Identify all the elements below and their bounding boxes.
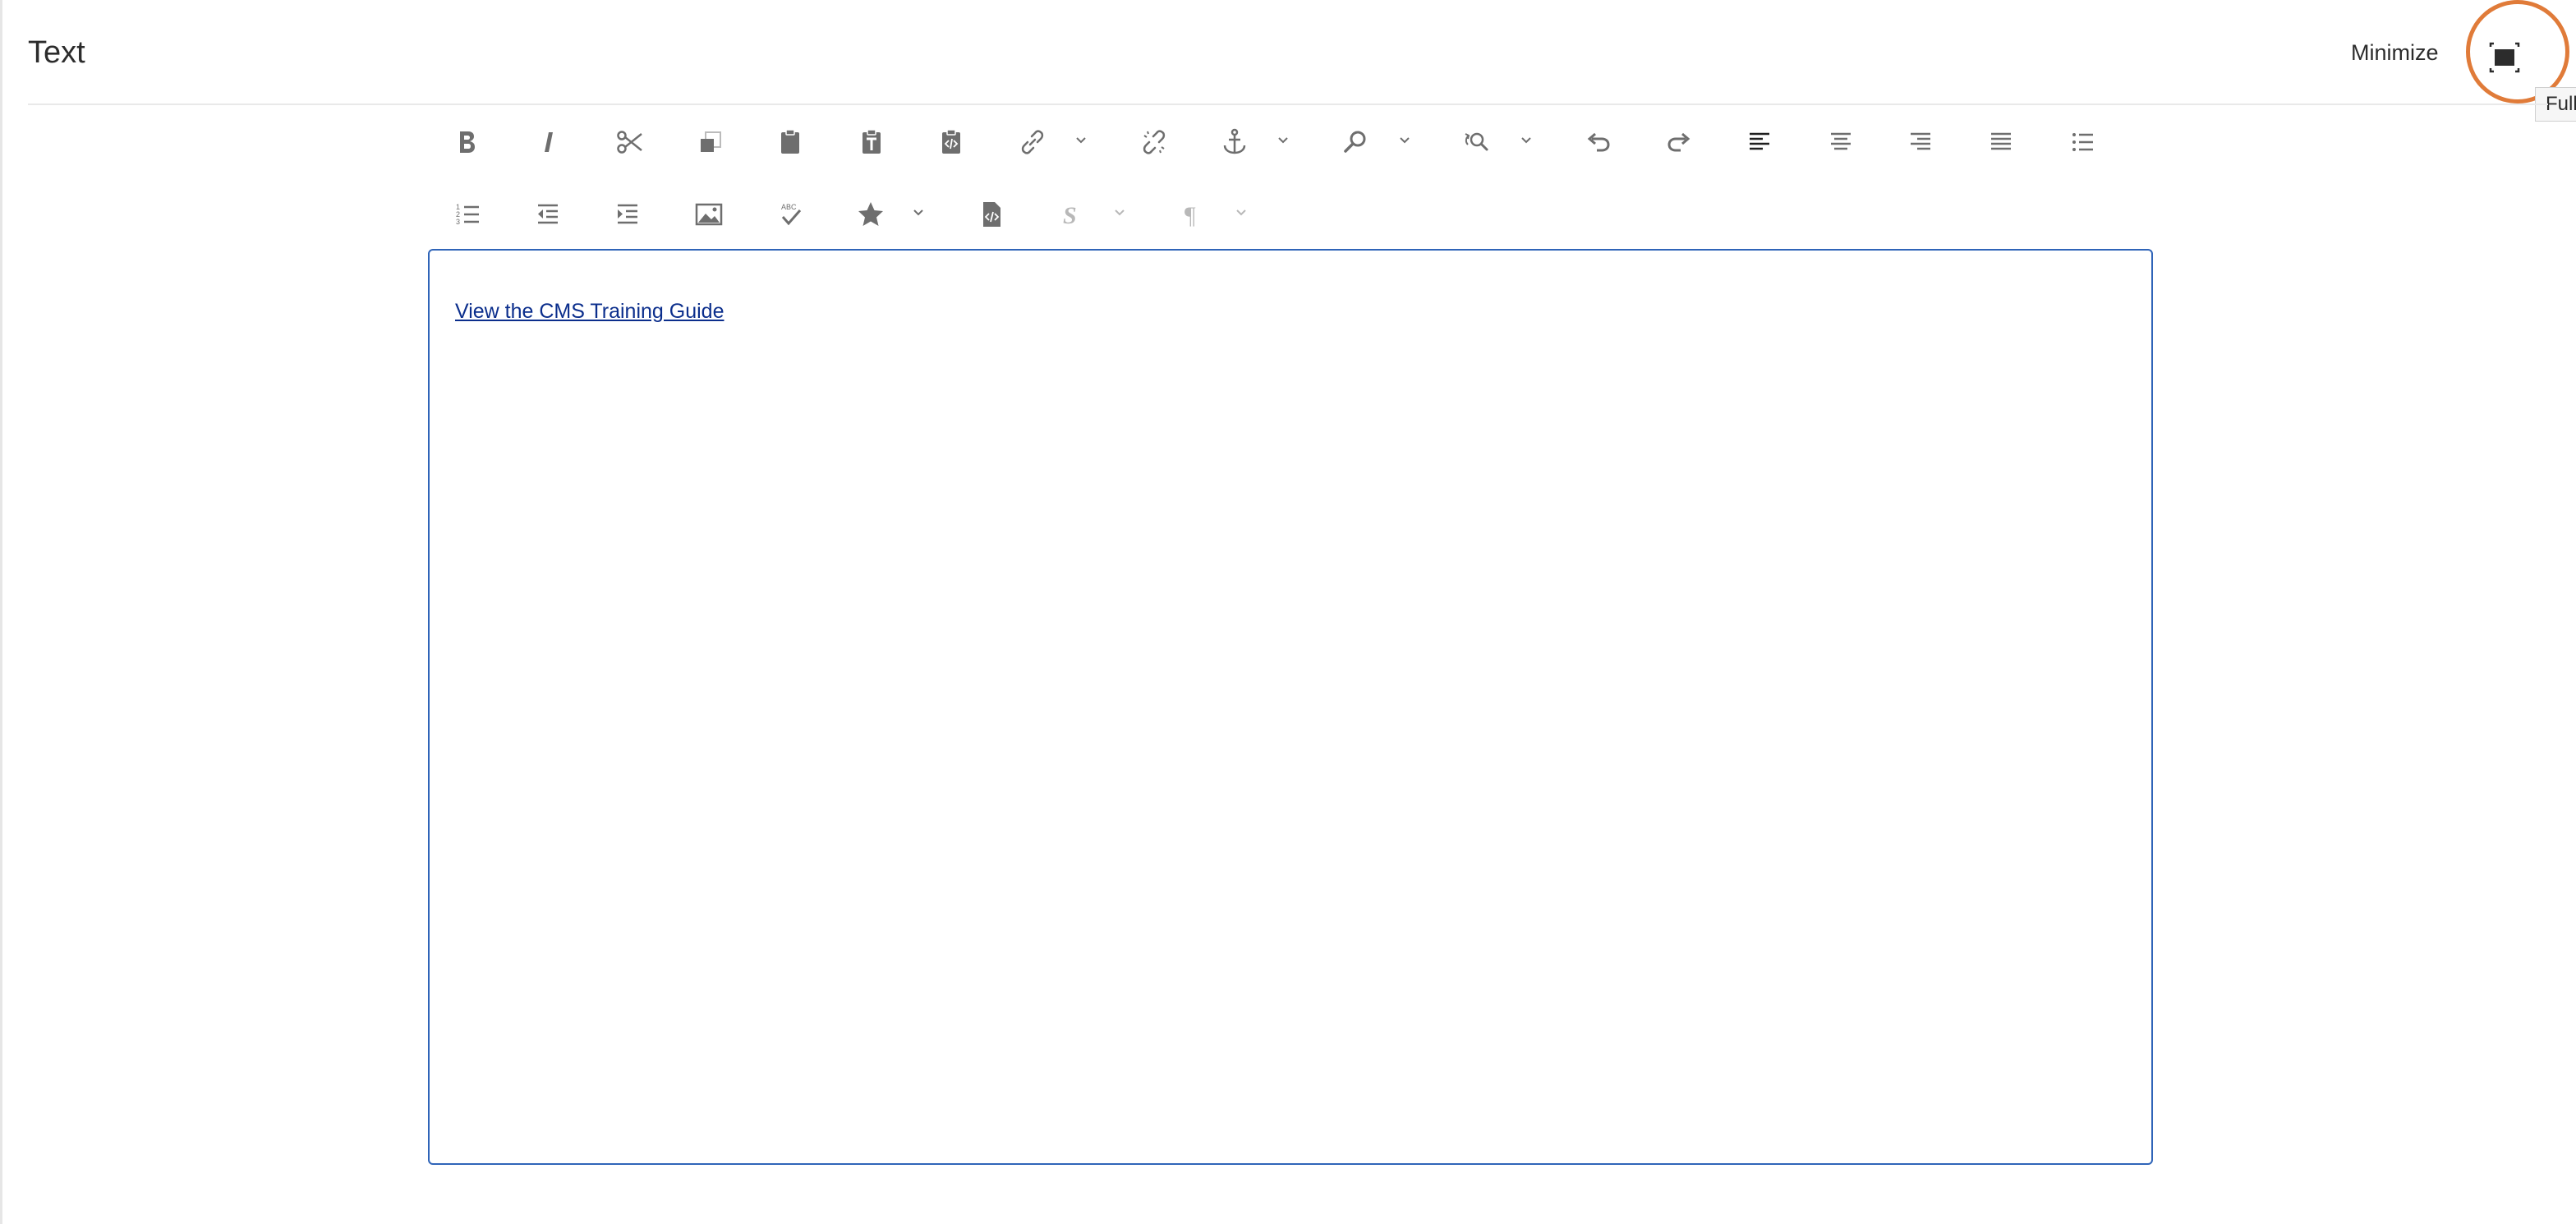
rich-text-editor[interactable]: View the CMS Training Guide [428,249,2153,1165]
link-button[interactable] [1010,119,1056,165]
chevron-down-icon [1521,137,1531,144]
pilcrow-icon: ¶ [1184,202,1196,229]
chevron-down-icon [913,209,923,216]
align-justify-icon [1991,132,2011,150]
link-icon [1021,130,1044,154]
paste-as-text-button[interactable] [849,119,895,165]
image-button[interactable] [686,191,732,237]
bulleted-list-button[interactable] [2059,119,2105,165]
italic-button[interactable] [526,119,572,165]
chevron-down-icon [1076,137,1086,144]
image-icon [695,203,723,226]
paste-button[interactable] [767,119,813,165]
special-characters-dropdown-caret[interactable] [909,203,927,221]
align-right-icon [1911,132,1930,150]
align-center-button[interactable] [1818,119,1864,165]
indent-icon [618,204,637,224]
paragraph-format-dropdown-caret [1232,203,1250,221]
chevron-down-icon [1236,209,1246,216]
undo-icon [1587,132,1610,152]
star-icon [858,202,883,226]
search-icon [1344,131,1366,153]
spellcheck-button[interactable]: ABC [767,191,813,237]
copy-button[interactable] [688,119,734,165]
chevron-down-icon [1115,209,1125,216]
dialog-title: Text [28,35,85,70]
italic-icon [545,132,553,152]
dialog-header: Text [28,0,2576,104]
numbered-list-button[interactable]: 123 [445,191,491,237]
bulleted-list-icon [2072,133,2093,151]
special-characters-button[interactable] [848,191,894,237]
minimize-button[interactable]: Minimize [2351,36,2439,69]
indent-button[interactable] [605,191,651,237]
styles-icon: S [1063,202,1077,229]
find-replace-dropdown-caret[interactable] [1517,131,1535,149]
toolbar-row-2: 123 ABC S ¶ [0,182,2576,247]
redo-icon [1668,132,1690,152]
svg-text:ABC: ABC [781,203,797,211]
cut-button[interactable] [607,119,653,165]
toolbar-row-1 [0,109,2576,175]
styles-button: S [1048,191,1094,237]
bold-icon [460,131,475,153]
header-divider [28,104,2548,105]
clipboard-text-icon [862,129,881,154]
anchor-icon [1223,128,1246,154]
numbered-list-icon: 123 [456,203,479,226]
source-edit-button[interactable] [968,191,1014,237]
find-replace-icon [1465,132,1488,151]
align-justify-button[interactable] [1978,119,2024,165]
find-button[interactable] [1332,119,1378,165]
bold-button[interactable] [444,119,490,165]
anchor-button[interactable] [1212,119,1258,165]
chevron-down-icon [1278,137,1288,144]
clipboard-icon [781,129,799,154]
svg-text:3: 3 [456,218,460,226]
svg-text:S: S [1063,202,1077,229]
find-replace-button[interactable] [1454,119,1500,165]
unlink-button[interactable] [1131,119,1177,165]
align-left-button[interactable] [1736,119,1782,165]
file-code-icon [983,202,1000,227]
redo-button[interactable] [1656,119,1702,165]
align-center-icon [1831,132,1851,150]
link-dropdown-caret[interactable] [1072,131,1090,149]
unlink-icon [1143,130,1166,154]
find-dropdown-caret[interactable] [1396,131,1414,149]
undo-button[interactable] [1576,119,1622,165]
svg-text:¶: ¶ [1184,202,1196,229]
anchor-dropdown-caret[interactable] [1274,131,1292,149]
paragraph-format-button: ¶ [1170,191,1216,237]
cms-training-guide-link[interactable]: View the CMS Training Guide [455,300,724,324]
scissors-icon [617,131,642,154]
align-right-button[interactable] [1898,119,1944,165]
align-left-icon [1750,132,1769,150]
copy-icon [701,131,721,152]
outdent-button[interactable] [525,191,571,237]
fullscreen-icon [2489,42,2520,73]
paste-from-word-button[interactable] [928,119,974,165]
outdent-icon [538,204,558,224]
chevron-down-icon [1400,137,1410,144]
spellcheck-icon: ABC [781,203,802,226]
styles-dropdown-caret [1111,203,1129,221]
clipboard-code-icon [942,129,960,154]
